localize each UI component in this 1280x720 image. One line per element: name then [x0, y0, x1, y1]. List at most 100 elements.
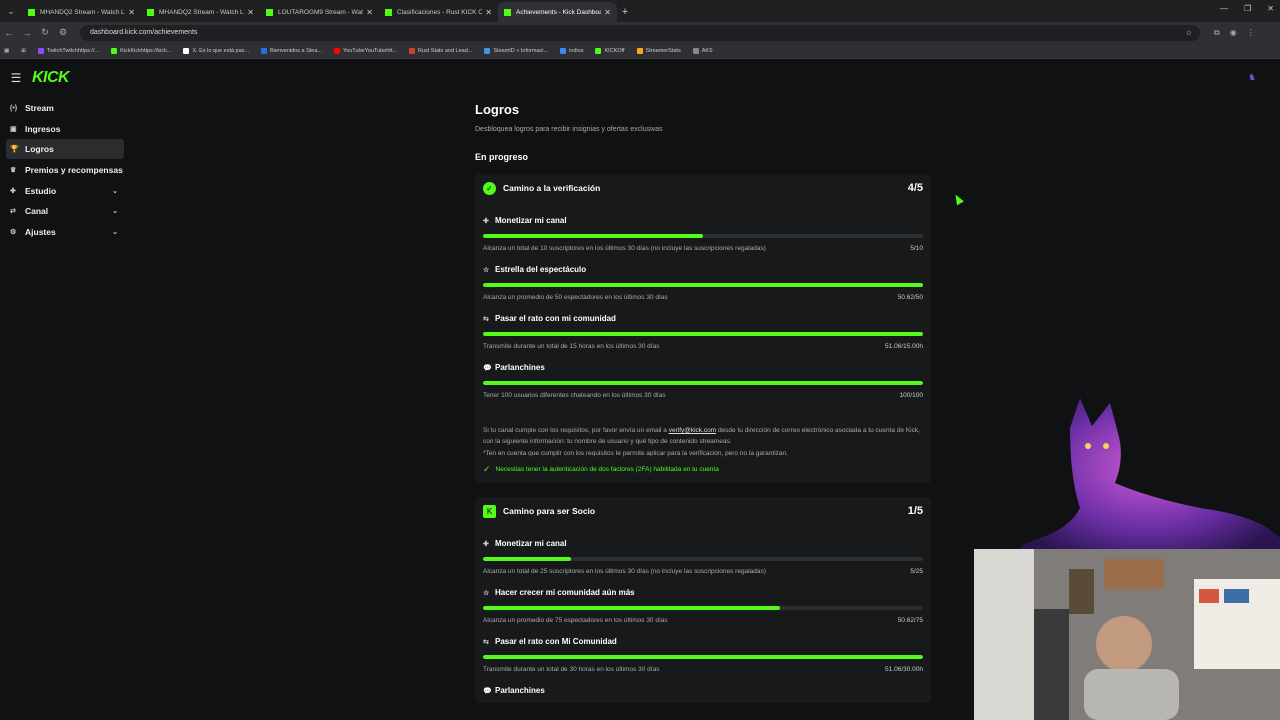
bookmark-favicon-icon: [484, 47, 491, 54]
mouse-cursor: [952, 192, 964, 206]
kick-badge-icon: K: [483, 504, 496, 518]
bookmark-item[interactable]: StreamerStats: [636, 47, 681, 54]
task-title: 💬 Parlanchines: [483, 363, 923, 372]
site-info-icon[interactable]: ⚙: [54, 27, 72, 38]
tab-close-icon[interactable]: ✕: [247, 8, 254, 17]
achievement-card: ✓ Camino a la verificación 4/5 ✚ Monetizar m…: [475, 174, 931, 483]
kick-favicon-icon: [385, 8, 392, 16]
bookmark-item[interactable]: Rust Stats and Lead...: [408, 47, 472, 54]
verify-email-link[interactable]: verify@kick.com: [669, 427, 716, 434]
forward-icon[interactable]: →: [18, 28, 36, 38]
user-avatar-icon[interactable]: ♞: [1248, 72, 1256, 83]
bookmark-item[interactable]: KickKickhttps://kick...: [111, 47, 171, 54]
progress-fill: [483, 606, 780, 610]
grid-icon[interactable]: ⊞: [21, 48, 26, 54]
tab-close-icon[interactable]: ✕: [604, 8, 611, 17]
task-title-text: Parlanchines: [495, 686, 545, 695]
2fa-requirement-text: Necesitas tener la autenticación de dos …: [495, 466, 719, 473]
bookmark-item[interactable]: KICKOff: [595, 47, 625, 54]
new-tab-button[interactable]: +: [617, 2, 633, 22]
progress-bar: [483, 332, 923, 336]
bookmark-item[interactable]: AKS: [692, 47, 713, 54]
verified-badge-icon: ✓: [483, 181, 496, 195]
sidebar-item-label: Premios y recompensas: [25, 165, 123, 176]
chevron-down-icon[interactable]: ⌄: [112, 228, 118, 236]
achievement-task: ⇆ Pasar el rato con mi comunidad Transmite…: [483, 314, 923, 350]
check-icon: ✓: [483, 464, 491, 474]
channel-icon: ⇄: [10, 208, 16, 216]
page-title: Logros: [475, 102, 520, 117]
task-value: 5/25: [910, 568, 923, 575]
menu-icon[interactable]: ☰: [0, 71, 32, 85]
sidebar-item-canal[interactable]: ⇄ Canal ⌄: [6, 201, 124, 221]
bookmark-item[interactable]: YouTubeYouTubehtt...: [334, 47, 397, 54]
task-description: Alcanza un promedio de 50 espectadores e…: [483, 294, 668, 301]
url-input[interactable]: dashboard.kick.com/achievements ☆: [80, 24, 1200, 41]
kick-favicon-icon: [266, 8, 273, 16]
chevron-down-icon[interactable]: ⌄: [112, 187, 118, 195]
close-window-icon[interactable]: ✕: [1267, 4, 1274, 13]
bookmark-item[interactable]: indios: [560, 47, 584, 54]
star-icon: ☆: [483, 589, 490, 597]
sidebar: (•) Stream ▣ Ingresos 🏆 Logros ♛ Premios y reco…: [0, 98, 130, 243]
sidebar-item-logros[interactable]: 🏆 Logros: [6, 139, 124, 160]
task-title: ✚ Monetizar mi canal: [483, 216, 923, 225]
card-progress-count: 1/5: [907, 505, 923, 517]
bookmark-label: SteamID » Informaci...: [493, 47, 549, 54]
achievement-task: 💬 Parlanchines Tener 100 usuarios diferent…: [483, 363, 923, 399]
tab-close-icon[interactable]: ✕: [366, 8, 373, 17]
kick-logo[interactable]: KICK: [32, 69, 70, 87]
browser-tab[interactable]: Achievements - Kick Dashboard ✕: [498, 2, 617, 22]
task-value: 50.62/50: [897, 294, 923, 301]
section-title: En progreso: [475, 152, 529, 162]
card-title: Camino para ser Socio: [503, 506, 596, 516]
bookmark-label: indios: [569, 47, 584, 54]
minimize-icon[interactable]: —: [1220, 4, 1228, 13]
sidebar-item-label: Canal: [25, 206, 49, 217]
page-subtitle: Desbloquea logros para recibir insignias…: [475, 126, 663, 133]
tab-close-icon[interactable]: ✕: [485, 8, 492, 17]
browser-tab[interactable]: LOUTAROGM9 Stream - Watch ✕: [260, 2, 379, 22]
chevron-down-icon[interactable]: ⌄: [112, 207, 118, 215]
sidebar-item-premios[interactable]: ♛ Premios y recompensas: [6, 160, 124, 180]
sidebar-item-label: Estudio: [25, 185, 57, 196]
dollar-icon: ✚: [483, 217, 489, 225]
browser-tab[interactable]: Clasificaciones - Rust KICK Off ✕: [379, 2, 498, 22]
extensions-icon[interactable]: ⧉: [1214, 28, 1220, 38]
sidebar-item-estudio[interactable]: ✚ Estudio ⌄: [6, 181, 124, 201]
sidebar-item-stream[interactable]: (•) Stream: [6, 98, 124, 118]
card-header: K Camino para ser Socio 1/5: [483, 504, 923, 518]
bookmark-star-icon[interactable]: ☆: [1186, 29, 1192, 37]
bookmark-item[interactable]: X. Es lo que está pas...: [183, 47, 249, 54]
tab-search-icon[interactable]: ⌄: [0, 0, 22, 22]
trophy-icon: 🏆: [10, 146, 19, 154]
2fa-requirement: ✓ Necesitas tener la autenticación de dos…: [483, 464, 923, 475]
browser-tab[interactable]: MHANDQ2 Stream - Watch Live ✕: [22, 2, 141, 22]
maximize-icon[interactable]: ❐: [1244, 4, 1251, 13]
back-icon[interactable]: ←: [0, 28, 18, 38]
apps-icon[interactable]: ▦: [4, 48, 9, 54]
sidebar-item-ingresos[interactable]: ▣ Ingresos: [6, 119, 124, 139]
sidebar-item-ajustes[interactable]: ⚙ Ajustes ⌄: [6, 222, 124, 242]
bookmark-item[interactable]: Bienvenidos a Stea...: [261, 47, 322, 54]
window-controls: — ❐ ✕: [1220, 4, 1274, 13]
bookmark-label: KICKOff: [604, 47, 625, 54]
income-icon: ▣: [10, 125, 17, 133]
achievement-task: ☆ Estrella del espectáculo Alcanza un prom…: [483, 265, 923, 301]
achievement-task: ⇆ Pasar el rato con Mi Comunidad Transmite…: [483, 637, 923, 673]
tab-close-icon[interactable]: ✕: [128, 8, 135, 17]
task-title-text: Parlanchines: [495, 363, 545, 372]
browser-tab[interactable]: MHANDQ2 Stream - Watch Live ✕: [141, 2, 260, 22]
progress-fill: [483, 332, 923, 336]
bookmark-item[interactable]: TwitchTwitchhttps://...: [37, 47, 99, 54]
task-description: Transmite durante un total de 15 horas e…: [483, 343, 660, 350]
progress-bar: [483, 606, 923, 610]
achievement-card: K Camino para ser Socio 1/5 ✚ Monetizar mi c…: [475, 497, 931, 703]
profile-icon[interactable]: ◉: [1230, 28, 1237, 38]
browser-menu-icon[interactable]: ⋮: [1247, 28, 1255, 38]
bookmark-label: AKS: [701, 47, 713, 54]
bookmark-item[interactable]: SteamID » Informaci...: [484, 47, 549, 54]
achievement-task: ☆ Hacer crecer mi comunidad aún más Alcanz…: [483, 588, 923, 624]
reload-icon[interactable]: ↻: [36, 27, 54, 38]
address-bar: ← → ↻ ⚙ dashboard.kick.com/achievements …: [0, 22, 1280, 43]
